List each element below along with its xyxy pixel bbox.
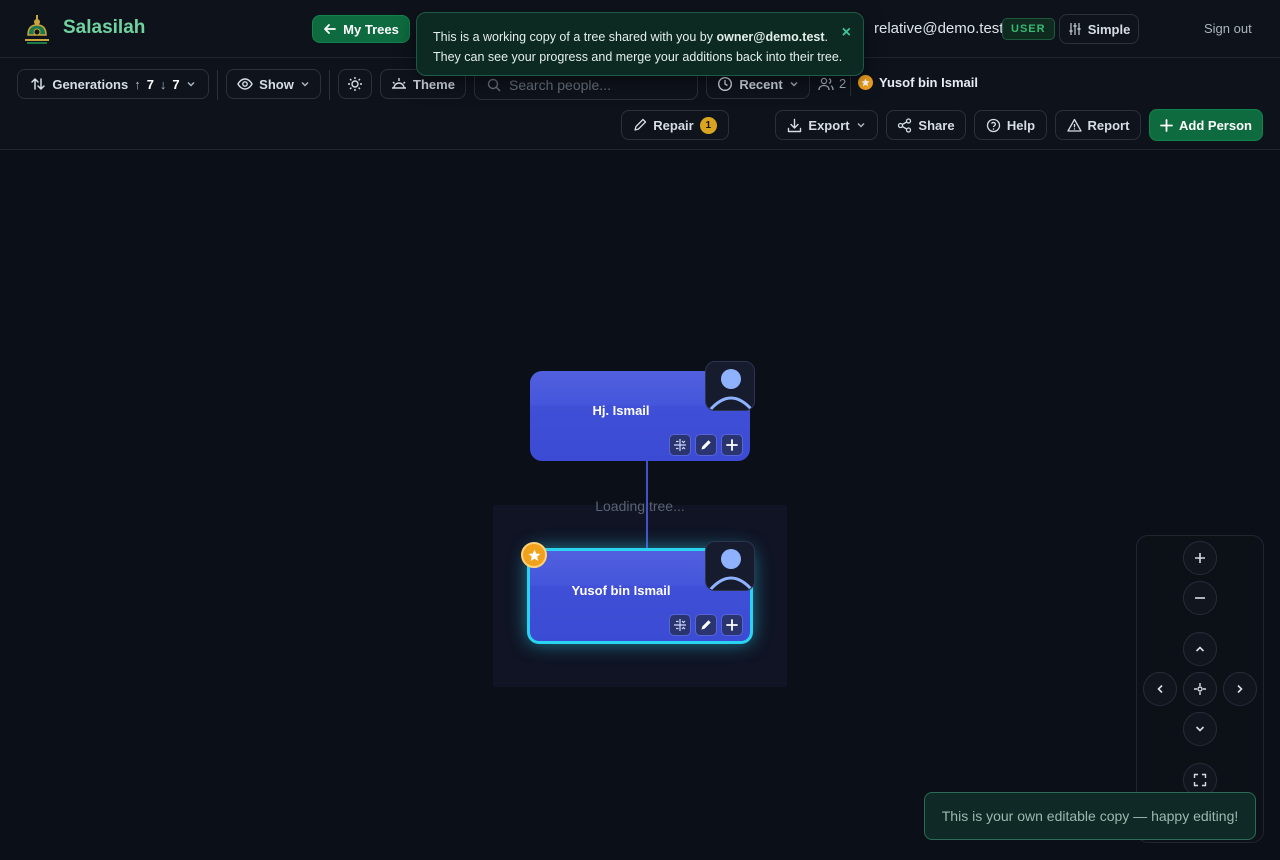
card-actions (669, 614, 743, 636)
repair-count-badge: 1 (699, 116, 717, 134)
export-dropdown[interactable]: Export (775, 110, 878, 140)
arrange-icon[interactable] (669, 614, 691, 636)
recent-label: Recent (739, 76, 783, 92)
banner-text: . (824, 30, 828, 44)
search-icon (487, 78, 501, 92)
add-person-label: Add Person (1179, 117, 1252, 133)
recenter-icon[interactable] (1183, 672, 1217, 706)
arrange-icon[interactable] (669, 434, 691, 456)
export-label: Export (808, 117, 850, 133)
show-dropdown[interactable]: Show (226, 69, 321, 99)
generations-label: Generations (52, 76, 129, 92)
close-icon[interactable]: × (842, 23, 851, 43)
arrow-down-icon: ↓ (159, 76, 167, 92)
generations-dropdown[interactable]: Generations ↑ 7 ↓ 7 (17, 69, 209, 99)
chevron-down-icon (300, 79, 310, 89)
focus-person-chip[interactable]: Yusof bin Ismail (858, 75, 978, 90)
add-person-button[interactable]: Add Person (1149, 109, 1263, 141)
search-input[interactable] (509, 77, 689, 93)
chevron-down-icon (789, 79, 799, 89)
focus-person-name: Yusof bin Ismail (879, 75, 978, 90)
pan-down-icon[interactable] (1183, 712, 1217, 746)
sunrise-icon (391, 76, 407, 92)
person-name: Yusof bin Ismail (571, 583, 671, 598)
chevron-down-icon (186, 79, 196, 89)
arrow-left-icon (323, 22, 337, 36)
pan-right-icon[interactable] (1223, 672, 1257, 706)
person-name: Hj. Ismail (592, 403, 650, 418)
add-relative-icon[interactable] (721, 614, 743, 636)
loading-text: Loading tree... (595, 498, 685, 514)
edit-pencil-icon[interactable] (695, 434, 717, 456)
warning-triangle-icon (1066, 118, 1082, 133)
users-icon (818, 77, 834, 91)
add-relative-icon[interactable] (721, 434, 743, 456)
repair-label: Repair (653, 117, 694, 133)
parent-child-connector (646, 461, 648, 551)
generations-up-count: 7 (146, 76, 154, 92)
avatar (705, 361, 755, 411)
generations-down-count: 7 (172, 76, 180, 92)
download-icon (787, 118, 802, 133)
star-icon (858, 75, 873, 90)
app-logo-icon[interactable] (22, 13, 52, 45)
show-label: Show (259, 76, 294, 92)
eye-icon (237, 76, 253, 92)
arrow-up-icon: ↑ (134, 76, 141, 92)
clock-icon (717, 76, 733, 92)
my-trees-button[interactable]: My Trees (312, 15, 410, 43)
brightness-toggle-button[interactable] (338, 69, 372, 99)
banner-line-2: They can see your progress and merge you… (433, 50, 843, 64)
sun-icon (347, 76, 363, 92)
share-icon (897, 117, 912, 133)
shared-copy-banner: This is a working copy of a tree shared … (416, 12, 864, 76)
help-circle-icon (986, 118, 1001, 133)
sort-arrows-icon (30, 76, 46, 92)
report-button[interactable]: Report (1055, 110, 1141, 140)
banner-owner-email: owner@demo.test (716, 30, 825, 44)
toolbar-divider (329, 70, 330, 100)
sign-out-link[interactable]: Sign out (1204, 21, 1252, 36)
avatar (705, 541, 755, 591)
share-label: Share (918, 117, 955, 133)
simple-mode-button[interactable]: Simple (1059, 14, 1139, 44)
zoom-in-icon[interactable] (1183, 541, 1217, 575)
banner-text: This is a working copy of a tree shared … (433, 30, 717, 44)
toolbar-divider (850, 74, 851, 96)
banner-line-1: This is a working copy of a tree shared … (433, 27, 847, 47)
plus-icon (1160, 118, 1173, 132)
help-button[interactable]: Help (974, 110, 1047, 140)
chevron-down-icon (856, 120, 866, 130)
focus-star-icon (521, 542, 547, 568)
people-count-value: 2 (839, 76, 847, 91)
people-count: 2 (818, 76, 846, 91)
help-label: Help (1006, 117, 1036, 133)
edit-pencil-icon[interactable] (695, 614, 717, 636)
sliders-icon (1068, 22, 1082, 36)
toast-notification: This is your own editable copy — happy e… (924, 792, 1256, 840)
user-role-badge: USER (1002, 18, 1055, 40)
user-email: relative@demo.test (874, 20, 1004, 37)
repair-button[interactable]: Repair 1 (621, 110, 729, 140)
pencil-icon (633, 118, 647, 132)
pan-left-icon[interactable] (1143, 672, 1177, 706)
card-actions (669, 434, 743, 456)
report-label: Report (1087, 117, 1130, 133)
share-button[interactable]: Share (886, 110, 966, 140)
pan-up-icon[interactable] (1183, 632, 1217, 666)
zoom-out-icon[interactable] (1183, 581, 1217, 615)
toolbar-divider (217, 70, 218, 100)
simple-mode-label: Simple (1087, 21, 1131, 37)
my-trees-label: My Trees (343, 21, 399, 37)
brand-name: Salasilah (63, 17, 146, 38)
theme-label: Theme (413, 76, 455, 92)
